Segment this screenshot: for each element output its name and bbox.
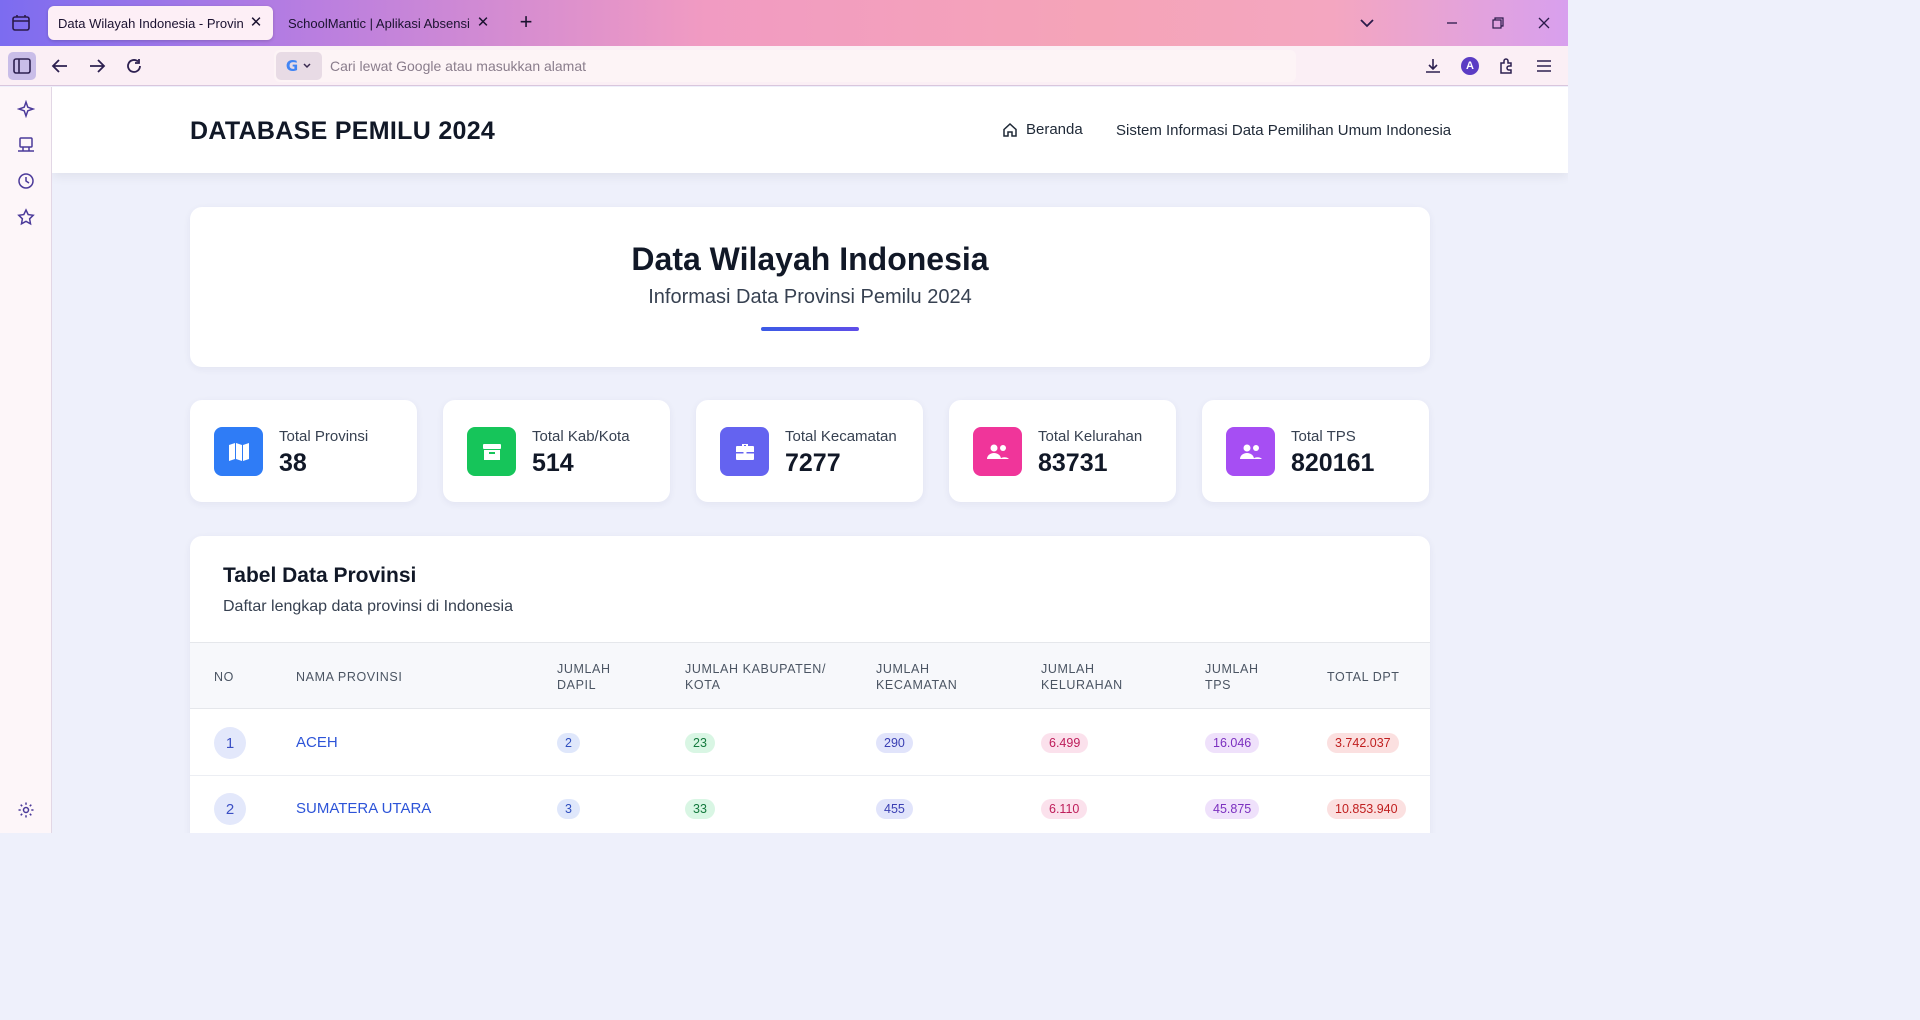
dpt-badge: 10.853.940 — [1327, 799, 1406, 819]
table-row: 1 ACEH 2 23 290 6.499 16.046 3.742.037 — [190, 710, 1430, 776]
stat-card-kabkota: Total Kab/Kota 514 — [443, 400, 670, 502]
bookmarks-star-icon[interactable] — [14, 205, 38, 229]
table-row: 2 SUMATERA UTARA 3 33 455 6.110 45.875 1… — [190, 776, 1430, 833]
row-number: 1 — [214, 727, 246, 759]
menu-icon[interactable] — [1530, 52, 1558, 80]
tab-list-icon[interactable] — [10, 12, 32, 34]
column-header-nama-provinsi[interactable]: NAMA PROVINSI — [296, 669, 402, 685]
row-number: 2 — [214, 793, 246, 825]
navigation-bar: G A — [0, 46, 1568, 86]
browser-sidebar — [0, 87, 52, 833]
stat-label: Total Kab/Kota — [532, 428, 630, 445]
tps-badge: 45.875 — [1205, 799, 1260, 819]
table-title: Tabel Data Provinsi — [223, 564, 417, 587]
dapil-badge: 3 — [557, 799, 580, 819]
stat-card-kelurahan: Total Kelurahan 83731 — [949, 400, 1176, 502]
nav-home-label: Beranda — [1026, 121, 1083, 138]
web-page: DATABASE PEMILU 2024 Beranda Sistem Info… — [52, 87, 1568, 833]
provinsi-table-card: Tabel Data Provinsi Daftar lengkap data … — [190, 536, 1430, 833]
tab-title: SchoolMantic | Aplikasi Absensi Sek — [288, 15, 470, 31]
history-icon[interactable] — [14, 169, 38, 193]
hero-card: Data Wilayah Indonesia Informasi Data Pr… — [190, 207, 1430, 367]
title-underline — [761, 327, 859, 331]
avatar: A — [1461, 57, 1479, 75]
new-tab-icon[interactable]: + — [514, 10, 538, 36]
tps-badge: 16.046 — [1205, 733, 1260, 753]
profile-avatar[interactable]: A — [1456, 52, 1484, 80]
restore-icon[interactable] — [1484, 10, 1512, 36]
map-icon — [214, 427, 263, 476]
sidebar-toggle-icon[interactable] — [8, 52, 36, 80]
province-name-link[interactable]: ACEH — [296, 734, 338, 751]
forward-arrow-icon[interactable] — [83, 52, 111, 80]
column-header-jumlah-dapil[interactable]: JUMLAH DAPIL — [557, 661, 611, 693]
stat-card-tps: Total TPS 820161 — [1202, 400, 1429, 502]
page-title: Data Wilayah Indonesia — [631, 241, 989, 277]
url-input[interactable] — [322, 58, 1296, 74]
stat-value: 820161 — [1291, 449, 1375, 477]
users-icon — [1226, 427, 1275, 476]
back-arrow-icon[interactable] — [46, 52, 74, 80]
stat-value: 38 — [279, 449, 307, 477]
column-header-jumlah-kecamatan[interactable]: JUMLAH KECAMATAN — [876, 661, 957, 693]
tab-data-wilayah[interactable]: Data Wilayah Indonesia - Provinsi - ✕ — [48, 6, 273, 40]
stat-card-kecamatan: Total Kecamatan 7277 — [696, 400, 923, 502]
settings-gear-icon[interactable] — [14, 798, 38, 822]
stat-value: 83731 — [1038, 449, 1108, 477]
url-bar[interactable]: G — [274, 50, 1296, 82]
users-icon — [973, 427, 1022, 476]
stat-label: Total TPS — [1291, 428, 1356, 445]
tab-bar: Data Wilayah Indonesia - Provinsi - ✕ Sc… — [0, 0, 1568, 46]
table-subtitle: Daftar lengkap data provinsi di Indonesi… — [223, 598, 513, 615]
briefcase-icon — [720, 427, 769, 476]
kelurahan-badge: 6.110 — [1041, 799, 1088, 819]
column-header-jumlah-tps[interactable]: JUMLAH TPS — [1205, 661, 1259, 693]
stat-value: 514 — [532, 449, 574, 477]
sparkle-icon[interactable] — [14, 97, 38, 121]
tab-close-icon[interactable]: ✕ — [249, 15, 263, 30]
nav-link-beranda[interactable]: Beranda — [1002, 121, 1083, 138]
column-header-total-dpt[interactable]: TOTAL DPT — [1327, 669, 1400, 685]
dpt-badge: 3.742.037 — [1327, 733, 1399, 753]
archive-icon — [467, 427, 516, 476]
page-subtitle: Informasi Data Provinsi Pemilu 2024 — [648, 286, 972, 308]
nav-link-sistem-informasi[interactable]: Sistem Informasi Data Pemilihan Umum Ind… — [1116, 122, 1451, 139]
kecamatan-badge: 455 — [876, 799, 913, 819]
stat-card-provinsi: Total Provinsi 38 — [190, 400, 417, 502]
kelurahan-badge: 6.499 — [1041, 733, 1089, 753]
stat-value: 7277 — [785, 449, 841, 477]
download-icon[interactable] — [1419, 52, 1447, 80]
site-header: DATABASE PEMILU 2024 Beranda Sistem Info… — [52, 87, 1568, 173]
google-icon: G — [285, 57, 299, 75]
column-header-jumlah-kelurahan[interactable]: JUMLAH KELURAHAN — [1041, 661, 1123, 693]
tab-close-icon[interactable]: ✕ — [476, 15, 490, 30]
site-title[interactable]: DATABASE PEMILU 2024 — [190, 117, 495, 146]
extensions-icon[interactable] — [1493, 52, 1521, 80]
stat-label: Total Kelurahan — [1038, 428, 1143, 445]
chevron-down-icon[interactable] — [1356, 12, 1378, 34]
kabupaten-badge: 23 — [685, 733, 715, 753]
minimize-icon[interactable] — [1438, 10, 1466, 36]
column-header-jumlah-kabupaten[interactable]: JUMLAH KABUPATEN/KOTA — [685, 661, 826, 693]
synced-tabs-icon[interactable] — [14, 133, 38, 157]
column-header-no[interactable]: NO — [214, 669, 234, 685]
tab-title: Data Wilayah Indonesia - Provinsi - — [58, 15, 243, 31]
table-header: NO NAMA PROVINSI JUMLAH DAPIL JUMLAH KABU… — [190, 642, 1430, 709]
stat-label: Total Kecamatan — [785, 428, 897, 445]
kecamatan-badge: 290 — [876, 733, 913, 753]
search-engine-button[interactable]: G — [276, 52, 322, 80]
tab-schoolmantic[interactable]: SchoolMantic | Aplikasi Absensi Sek ✕ — [278, 6, 500, 40]
reload-icon[interactable] — [120, 52, 148, 80]
kabupaten-badge: 33 — [685, 799, 715, 819]
province-name-link[interactable]: SUMATERA UTARA — [296, 800, 431, 817]
dapil-badge: 2 — [557, 733, 580, 753]
stat-label: Total Provinsi — [279, 428, 369, 445]
home-icon — [1003, 122, 1017, 137]
close-window-icon[interactable] — [1530, 10, 1558, 36]
